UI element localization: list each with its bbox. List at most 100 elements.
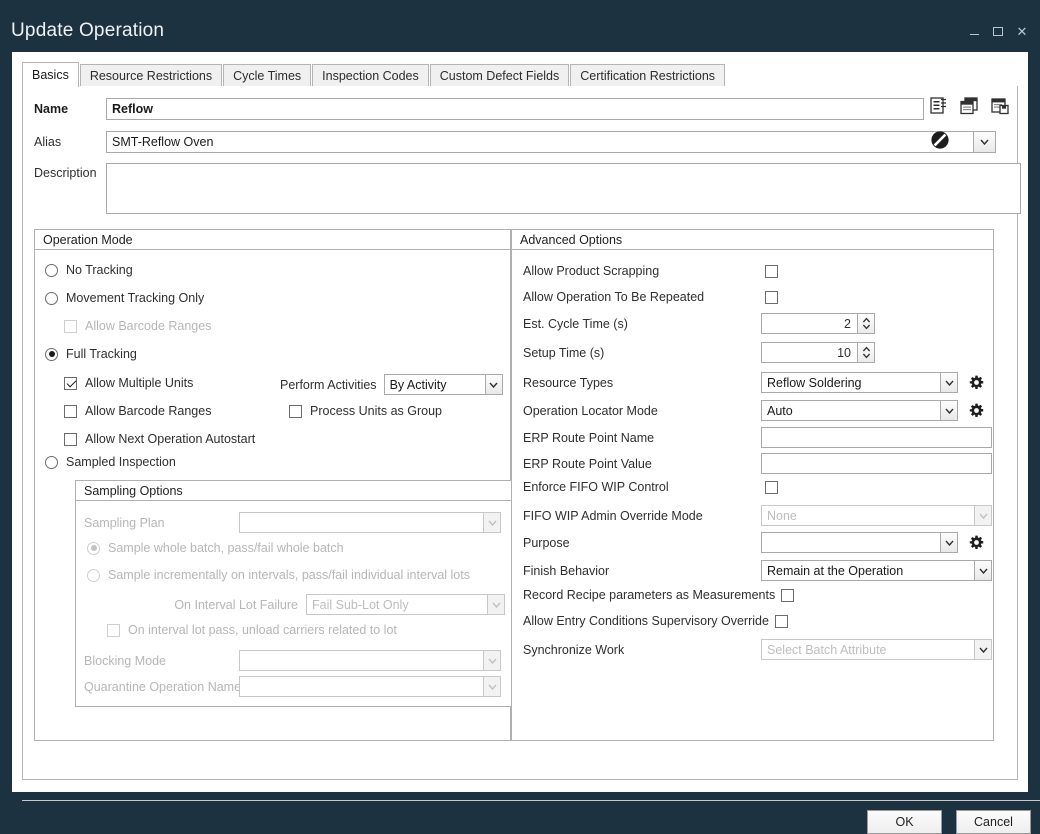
fifo-wip-admin-override-mode-value: None	[767, 509, 974, 523]
checkbox-allow-product-scrapping[interactable]	[765, 265, 778, 278]
sampling-plan-row: Sampling Plan	[84, 512, 514, 533]
checkbox-allow-operation-repeated[interactable]	[765, 291, 778, 304]
tab-cycle-times[interactable]: Cycle Times	[223, 64, 311, 87]
chevron-down-icon[interactable]	[485, 375, 502, 394]
row-allow-entry-conditions-override: Allow Entry Conditions Supervisory Overr…	[523, 614, 788, 628]
row-record-recipe-parameters: Record Recipe parameters as Measurements	[523, 588, 794, 602]
row-label: Purpose	[523, 536, 761, 550]
alias-row: Alias SMT-Reflow Oven	[34, 131, 1034, 153]
tab-certification-restrictions[interactable]: Certification Restrictions	[570, 64, 725, 87]
row-label: Operation Locator Mode	[523, 404, 761, 418]
row-resource-types: Resource Types Reflow Soldering	[523, 372, 993, 393]
row-est-cycle-time: Est. Cycle Time (s) 2	[523, 313, 983, 334]
resource-types-combo[interactable]: Reflow Soldering	[761, 372, 958, 393]
row-label: Allow Product Scrapping	[523, 264, 765, 278]
spinner-arrows-icon[interactable]	[857, 314, 874, 333]
checkbox-allow-next-operation-autostart[interactable]: Allow Next Operation Autostart	[64, 432, 255, 446]
no-entry-icon[interactable]	[930, 130, 950, 155]
est-cycle-time-stepper[interactable]: 2	[761, 313, 875, 334]
radio-full-tracking[interactable]: Full Tracking	[45, 347, 137, 361]
checkbox-label: Allow Multiple Units	[85, 376, 193, 390]
tab-label: Cycle Times	[233, 69, 301, 83]
operation-locator-mode-gear-icon[interactable]	[969, 403, 984, 418]
purpose-gear-icon[interactable]	[969, 535, 984, 550]
radio-icon[interactable]	[45, 264, 58, 277]
quarantine-operation-name-label: Quarantine Operation Name	[84, 680, 239, 694]
ok-button[interactable]: OK	[867, 810, 942, 834]
cancel-button[interactable]: Cancel	[956, 810, 1031, 834]
radio-no-tracking[interactable]: No Tracking	[45, 263, 133, 277]
tab-resource-restrictions[interactable]: Resource Restrictions	[80, 64, 222, 87]
tab-custom-defect-fields[interactable]: Custom Defect Fields	[430, 64, 569, 87]
checkbox-enforce-fifo-wip-control[interactable]	[765, 481, 778, 494]
spinner-arrows-icon[interactable]	[857, 343, 874, 362]
maximize-icon	[993, 27, 1003, 36]
resource-types-gear-icon[interactable]	[969, 375, 984, 390]
checkbox-process-units-as-group[interactable]: Process Units as Group	[289, 404, 442, 418]
resource-types-value: Reflow Soldering	[767, 376, 940, 390]
tab-basics[interactable]: Basics	[22, 62, 79, 87]
name-input[interactable]: Reflow	[106, 98, 924, 120]
checkbox-unload-carriers: On interval lot pass, unload carriers re…	[107, 623, 397, 637]
checkbox-icon	[64, 320, 77, 333]
erp-route-point-name-input[interactable]	[761, 427, 992, 448]
setup-time-stepper[interactable]: 10	[761, 342, 875, 363]
row-label: Setup Time (s)	[523, 346, 761, 360]
checkbox-icon[interactable]	[289, 405, 302, 418]
radio-icon	[87, 569, 100, 582]
chevron-down-icon	[483, 677, 500, 696]
setup-time-value: 10	[762, 346, 857, 360]
checkbox-allow-multiple-units[interactable]: Allow Multiple Units	[64, 376, 193, 390]
tab-label: Basics	[32, 68, 69, 82]
chevron-down-icon[interactable]	[973, 132, 995, 152]
alias-combo[interactable]: SMT-Reflow Oven	[106, 131, 996, 153]
finish-behavior-combo[interactable]: Remain at the Operation	[761, 560, 992, 581]
blocking-mode-label: Blocking Mode	[84, 654, 239, 668]
chevron-down-icon[interactable]	[940, 401, 957, 420]
edit-list-icon[interactable]	[930, 97, 947, 120]
purpose-combo[interactable]	[761, 532, 958, 553]
close-button[interactable]: ✕	[1010, 22, 1034, 40]
copy-window-icon[interactable]	[960, 97, 978, 120]
chevron-down-icon	[974, 640, 991, 659]
checkbox-full-allow-barcode-ranges[interactable]: Allow Barcode Ranges	[64, 404, 211, 418]
radio-icon[interactable]	[45, 292, 58, 305]
chevron-down-icon[interactable]	[940, 533, 957, 552]
sampling-plan-label: Sampling Plan	[84, 516, 239, 530]
checkbox-icon[interactable]	[64, 377, 77, 390]
row-finish-behavior: Finish Behavior Remain at the Operation	[523, 560, 993, 581]
radio-icon[interactable]	[45, 456, 58, 469]
minimize-button[interactable]	[962, 22, 986, 40]
checkbox-icon	[107, 624, 120, 637]
row-label: Allow Entry Conditions Supervisory Overr…	[523, 614, 769, 628]
synchronize-work-value: Select Batch Attribute	[767, 643, 974, 657]
checkbox-icon[interactable]	[64, 405, 77, 418]
advanced-options-title: Advanced Options	[512, 230, 993, 250]
radio-label: Full Tracking	[66, 347, 137, 361]
maximize-button[interactable]	[986, 22, 1010, 40]
radio-icon[interactable]	[45, 348, 58, 361]
row-setup-time: Setup Time (s) 10	[523, 342, 983, 363]
row-operation-locator-mode: Operation Locator Mode Auto	[523, 400, 993, 421]
row-label: Synchronize Work	[523, 643, 761, 657]
operation-locator-mode-combo[interactable]: Auto	[761, 400, 958, 421]
erp-route-point-value-input[interactable]	[761, 453, 992, 474]
tab-inspection-codes[interactable]: Inspection Codes	[312, 64, 429, 87]
perform-activities-combo[interactable]: By Activity	[384, 374, 503, 395]
row-label: Record Recipe parameters as Measurements	[523, 588, 775, 602]
radio-sampled-inspection[interactable]: Sampled Inspection	[45, 455, 176, 469]
checkbox-icon[interactable]	[64, 433, 77, 446]
close-icon: ✕	[1017, 25, 1028, 38]
checkbox-allow-entry-conditions-override[interactable]	[775, 615, 788, 628]
row-purpose: Purpose	[523, 532, 993, 553]
chevron-down-icon[interactable]	[940, 373, 957, 392]
radio-movement-tracking-only[interactable]: Movement Tracking Only	[45, 291, 204, 305]
save-copy-window-icon[interactable]	[991, 97, 1009, 120]
row-erp-route-point-name: ERP Route Point Name	[523, 427, 993, 448]
radio-label: Sample incrementally on intervals, pass/…	[108, 568, 470, 582]
checkbox-record-recipe-parameters[interactable]	[781, 589, 794, 602]
row-allow-product-scrapping: Allow Product Scrapping	[523, 264, 983, 278]
chevron-down-icon	[974, 506, 991, 525]
chevron-down-icon[interactable]	[974, 561, 991, 580]
description-input[interactable]	[106, 163, 1021, 214]
